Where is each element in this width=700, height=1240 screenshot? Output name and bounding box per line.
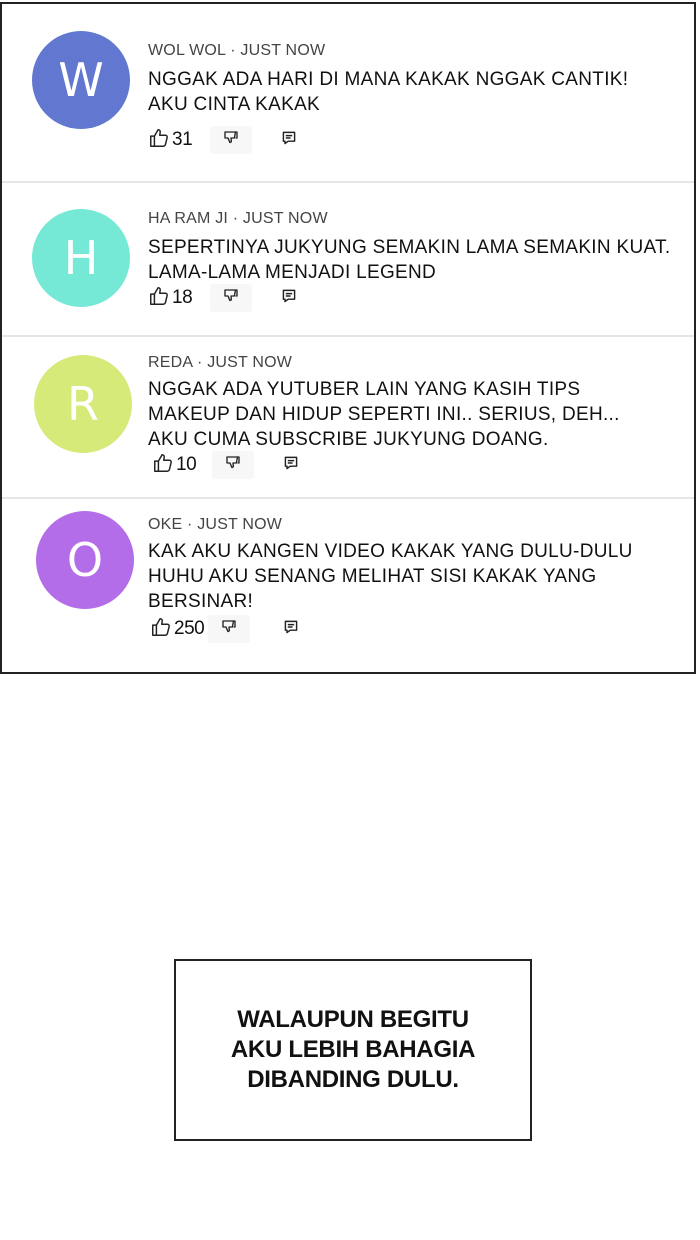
comment-actions: 18 xyxy=(148,284,304,312)
thumbs-up-icon xyxy=(148,285,170,312)
comment-line: SEPERTINYA JUKYUNG SEMAKIN LAMA SEMAKIN … xyxy=(148,237,671,258)
reply-icon xyxy=(281,130,297,151)
comment-line: LAMA-LAMA MENJADI LEGEND xyxy=(148,262,437,283)
comment-meta: WOL WOL · JUST NOW xyxy=(148,42,325,60)
thumbs-up-icon xyxy=(148,127,170,154)
narration-line: WALAUPUN BEGITU xyxy=(237,1006,469,1033)
narration-line: DIBANDING DULU. xyxy=(247,1066,459,1093)
reply-icon xyxy=(283,619,299,640)
dislike-button[interactable] xyxy=(208,615,251,643)
comment-time: JUST NOW xyxy=(240,42,326,59)
reply-button[interactable] xyxy=(274,126,304,154)
avatar[interactable]: W xyxy=(32,31,130,129)
thumbs-down-icon xyxy=(222,287,240,310)
comment-text: NGGAK ADA YUTUBER LAIN YANG KASIH TIPS M… xyxy=(148,377,620,452)
comments-panel: W WOL WOL · JUST NOW NGGAK ADA HARI DI M… xyxy=(0,2,696,674)
like-count: 10 xyxy=(176,454,197,475)
comment-line: AKU CUMA SUBSCRIBE JUKYUNG DOANG. xyxy=(148,429,549,450)
like-button[interactable]: 250 xyxy=(150,616,205,643)
comment-item: O OKE · JUST NOW KAK AKU KANGEN VIDEO KA… xyxy=(2,499,694,674)
comment-actions: 31 xyxy=(148,126,304,154)
comment-line: HUHU AKU SENANG MELIHAT SISI KAKAK YANG xyxy=(148,566,597,587)
comment-time: JUST NOW xyxy=(197,516,283,533)
like-button[interactable]: 31 xyxy=(148,127,193,154)
comment-author[interactable]: REDA xyxy=(148,354,192,371)
thumbs-up-icon xyxy=(150,616,172,643)
comment-line: BERSINAR! xyxy=(148,591,254,612)
dislike-button[interactable] xyxy=(212,451,255,479)
thumbs-up-icon xyxy=(152,452,174,479)
comment-text: SEPERTINYA JUKYUNG SEMAKIN LAMA SEMAKIN … xyxy=(148,235,670,285)
narration-text: WALAUPUN BEGITU AKU LEBIH BAHAGIA DIBAND… xyxy=(230,1005,476,1095)
meta-separator: · xyxy=(232,210,239,227)
avatar[interactable]: H xyxy=(32,209,130,307)
reply-icon xyxy=(283,455,299,476)
comment-item: R REDA · JUST NOW NGGAK ADA YUTUBER LAIN… xyxy=(2,337,694,497)
comment-item: H HA RAM JI · JUST NOW SEPERTINYA JUKYUN… xyxy=(2,183,694,335)
reply-button[interactable] xyxy=(274,284,304,312)
narration-box: WALAUPUN BEGITU AKU LEBIH BAHAGIA DIBAND… xyxy=(174,959,532,1141)
meta-separator: · xyxy=(187,516,193,533)
comment-actions: 250 xyxy=(150,615,306,643)
comment-line: NGGAK ADA HARI DI MANA KAKAK NGGAK CANTI… xyxy=(148,69,629,90)
thumbs-down-icon xyxy=(220,618,238,641)
comment-line: NGGAK ADA YUTUBER LAIN YANG KASIH TIPS xyxy=(148,379,581,400)
comment-text: KAK AKU KANGEN VIDEO KAKAK YANG DULU-DUL… xyxy=(148,539,633,614)
comment-time: JUST NOW xyxy=(207,354,293,371)
dislike-button[interactable] xyxy=(210,284,253,312)
comment-line: KAK AKU KANGEN VIDEO KAKAK YANG DULU-DUL… xyxy=(148,541,633,562)
comment-meta: HA RAM JI · JUST NOW xyxy=(148,210,328,228)
like-button[interactable]: 10 xyxy=(152,452,197,479)
comment-meta: REDA · JUST NOW xyxy=(148,354,292,372)
comment-line: MAKEUP DAN HIDUP SEPERTI INI.. SERIUS, D… xyxy=(148,404,620,425)
thumbs-down-icon xyxy=(222,129,240,152)
comment-author[interactable]: HA RAM JI xyxy=(148,210,228,227)
comment-line: AKU CINTA KAKAK xyxy=(148,94,321,115)
like-button[interactable]: 18 xyxy=(148,285,193,312)
reply-button[interactable] xyxy=(276,451,306,479)
avatar[interactable]: R xyxy=(34,355,132,453)
meta-separator: · xyxy=(230,42,236,59)
narration-line: AKU LEBIH BAHAGIA xyxy=(230,1036,476,1063)
comment-actions: 10 xyxy=(152,451,306,479)
like-count: 250 xyxy=(174,618,205,639)
comment-time: JUST NOW xyxy=(242,210,328,227)
meta-separator: · xyxy=(197,354,203,371)
comment-author[interactable]: OKE xyxy=(148,516,182,533)
like-count: 18 xyxy=(172,287,193,308)
avatar[interactable]: O xyxy=(36,511,134,609)
like-count: 31 xyxy=(172,129,193,150)
comment-author[interactable]: WOL WOL xyxy=(148,42,226,59)
thumbs-down-icon xyxy=(224,454,242,477)
comment-meta: OKE · JUST NOW xyxy=(148,516,282,534)
reply-icon xyxy=(281,288,297,309)
comment-text: NGGAK ADA HARI DI MANA KAKAK NGGAK CANTI… xyxy=(148,67,628,117)
reply-button[interactable] xyxy=(276,615,306,643)
dislike-button[interactable] xyxy=(210,126,253,154)
comment-item: W WOL WOL · JUST NOW NGGAK ADA HARI DI M… xyxy=(2,4,694,182)
